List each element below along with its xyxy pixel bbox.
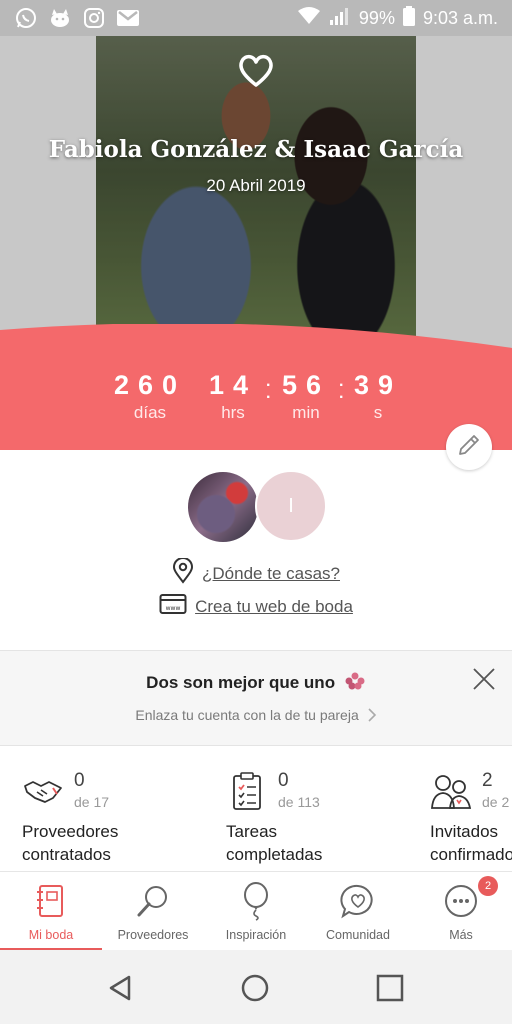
- days-label: días: [133, 403, 167, 422]
- location-link[interactable]: ¿Dónde te casas?: [0, 557, 512, 589]
- svg-text:www: www: [166, 605, 181, 612]
- days-value: 260: [113, 370, 187, 400]
- tab-label: Proveedores: [117, 928, 189, 942]
- countdown-seconds: 39 s: [351, 370, 405, 423]
- battery-icon: [402, 5, 415, 31]
- balloon-icon: [235, 880, 277, 922]
- edit-button[interactable]: [446, 424, 492, 470]
- countdown-days: 260 días: [110, 370, 190, 423]
- tab-mi-boda[interactable]: Mi boda: [0, 872, 102, 951]
- countdown-separator: · ·: [266, 377, 272, 406]
- home-icon[interactable]: [235, 968, 275, 1008]
- partner-card-subtitle[interactable]: Enlaza tu cuenta con la de tu pareja: [0, 707, 512, 726]
- countdown-hours: 14 hrs: [205, 370, 261, 423]
- minutes-value: 56: [281, 370, 331, 400]
- vendors-label-line1: Proveedores: [22, 822, 119, 841]
- heart-logo-icon: [0, 50, 512, 90]
- tab-label: Comunidad: [326, 928, 390, 942]
- magnifier-icon: [132, 880, 174, 922]
- tasks-total: de 113: [278, 794, 320, 810]
- partner-card-title: Dos son mejor que uno: [0, 671, 512, 696]
- back-icon[interactable]: [100, 968, 140, 1008]
- vendors-label: Proveedores contratados: [22, 820, 118, 866]
- location-link-label[interactable]: ¿Dónde te casas?: [202, 564, 340, 584]
- more-icon: [440, 880, 482, 922]
- partner-avatar[interactable]: I: [255, 470, 327, 542]
- tab-mas[interactable]: 2 Más: [410, 872, 512, 951]
- chat-heart-icon: [337, 880, 379, 922]
- gmail-icon: [116, 7, 140, 29]
- minutes-label: min: [292, 403, 320, 422]
- tasks-label: Tareas completadas: [226, 820, 322, 866]
- wedding-stats: 0 de 17 Proveedores contratados 0 de 113…: [0, 746, 512, 871]
- tab-label: Inspiración: [225, 928, 287, 942]
- guests-count: 2: [482, 770, 493, 791]
- battery-level: 99%: [358, 7, 395, 28]
- tab-proveedores[interactable]: Proveedores: [102, 872, 204, 951]
- chevron-right-icon: [367, 707, 377, 726]
- avatar[interactable]: [188, 472, 258, 542]
- pencil-icon: [456, 432, 482, 463]
- link-partner-card[interactable]: Dos son mejor que uno Enlaza tu cuenta c…: [0, 650, 512, 746]
- vendors-label-line2: contratados: [22, 845, 111, 864]
- clock: 9:03 a.m.: [422, 7, 498, 28]
- notification-badge: 2: [478, 876, 498, 896]
- countdown: 260 días 14 hrs · · 56 min · · 39 s: [0, 370, 512, 450]
- location-pin-icon: [172, 557, 194, 589]
- guests-total: de 2: [482, 794, 510, 810]
- tab-label: Más: [449, 928, 473, 942]
- tab-label: Mi boda: [28, 928, 74, 942]
- instagram-icon: [82, 7, 106, 29]
- tab-comunidad[interactable]: Comunidad: [307, 872, 409, 951]
- notebook-icon: [30, 880, 72, 922]
- vendors-count: 0: [74, 770, 85, 791]
- bottom-tab-bar: Mi boda Proveedores Inspiración Comunida…: [0, 871, 512, 951]
- wedding-date: 20 Abril 2019: [206, 176, 306, 195]
- website-link-label[interactable]: Crea tu web de boda: [195, 597, 353, 617]
- system-nav-bar: [0, 950, 512, 1024]
- countdown-minutes: 56 min: [278, 370, 334, 423]
- website-link[interactable]: www Crea tu web de boda: [0, 593, 512, 620]
- hours-label: hrs: [221, 403, 245, 422]
- tasks-count: 0: [278, 770, 289, 791]
- cat-app-icon: [48, 7, 72, 29]
- whatsapp-icon: [14, 7, 38, 29]
- recents-icon[interactable]: [370, 968, 410, 1008]
- tasks-label-line2: completadas: [226, 845, 323, 864]
- signal-icon: [329, 7, 351, 30]
- wedding-hero: Fabiola González & Isaac García 20 Abril…: [0, 36, 512, 450]
- seconds-label: s: [373, 403, 383, 422]
- handshake-icon: [22, 770, 64, 812]
- vendors-total: de 17: [74, 794, 110, 810]
- website-icon: www: [159, 593, 187, 620]
- hours-value: 14: [208, 370, 258, 400]
- wifi-icon: [297, 6, 321, 30]
- guests-icon: [430, 770, 472, 812]
- countdown-separator: · ·: [339, 377, 345, 406]
- couple-names: Fabiola González & Isaac García: [48, 136, 464, 163]
- partner-initial: I: [288, 494, 294, 517]
- partner-card-title-text: Dos son mejor que uno: [146, 672, 336, 692]
- guests-label: Invitados confirmados: [430, 820, 512, 866]
- status-bar: 99% 9:03 a.m.: [0, 0, 512, 36]
- guests-label-line2: confirmados: [430, 845, 512, 864]
- flower-icon: [344, 671, 366, 696]
- checklist-icon: [226, 770, 268, 812]
- tab-inspiracion[interactable]: Inspiración: [205, 872, 307, 951]
- close-icon[interactable]: [470, 665, 498, 693]
- guests-label-line1: Invitados: [430, 822, 499, 841]
- tasks-label-line1: Tareas: [226, 822, 278, 841]
- seconds-value: 39: [353, 370, 403, 400]
- partner-card-subtitle-text: Enlaza tu cuenta con la de tu pareja: [135, 707, 359, 724]
